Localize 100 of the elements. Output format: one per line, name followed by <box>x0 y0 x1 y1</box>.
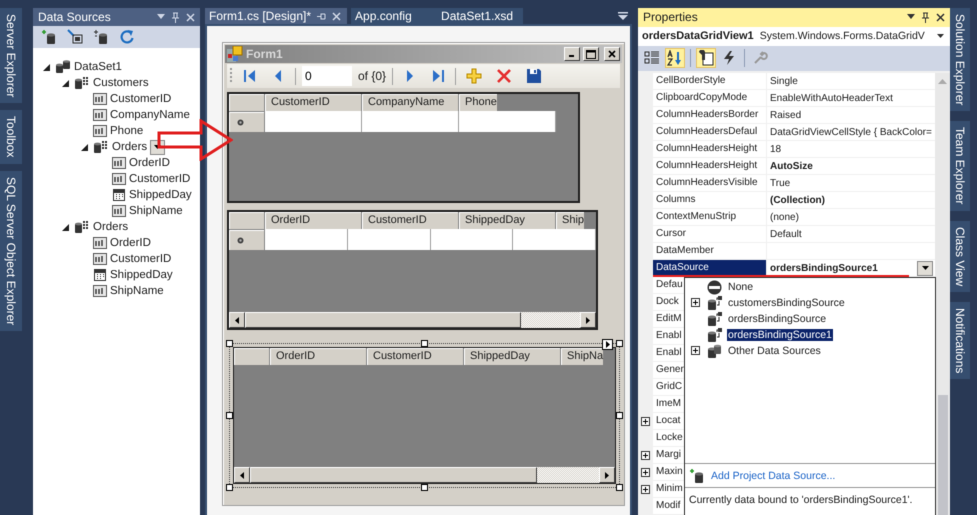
scroll-thumb[interactable] <box>938 395 948 515</box>
grid-cell[interactable] <box>265 111 362 132</box>
column-header[interactable]: OrderID <box>265 212 362 229</box>
grid-cell[interactable] <box>459 111 556 132</box>
right-arrow-icon[interactable] <box>605 472 609 478</box>
tree-item[interactable]: Phone <box>110 125 144 137</box>
collapse-icon[interactable] <box>43 64 50 70</box>
property-name[interactable]: ColumnHeadersDefaul <box>653 124 767 142</box>
document-tab[interactable]: DataSet1.xsd <box>437 8 524 24</box>
scroll-thumb[interactable] <box>245 312 521 328</box>
delete-icon[interactable] <box>496 68 512 84</box>
tree-item[interactable]: CompanyName <box>110 109 190 121</box>
value-cell[interactable] <box>767 243 935 260</box>
vertical-scrollbar[interactable] <box>935 73 950 515</box>
object-selector[interactable]: ordersDataGridView1 System.Windows.Forms.DataGridV <box>638 26 950 46</box>
grid-cell[interactable] <box>513 229 596 250</box>
horizontal-scrollbar[interactable] <box>229 312 596 328</box>
property-name[interactable]: ContextMenuStrip <box>653 209 767 226</box>
tree-item[interactable]: CustomerID <box>110 253 172 265</box>
close-button[interactable] <box>604 47 620 61</box>
property-name[interactable]: ColumnHeadersHeight <box>653 158 767 176</box>
resize-handle[interactable] <box>616 412 623 418</box>
first-icon[interactable] <box>243 69 257 83</box>
last-icon[interactable] <box>431 69 446 83</box>
tree-item[interactable]: CustomerID <box>110 93 172 105</box>
column-header[interactable]: CustomerID <box>367 348 464 365</box>
resize-handle[interactable] <box>226 484 233 491</box>
collapse-icon[interactable] <box>62 80 69 86</box>
grid-cell[interactable] <box>362 111 459 132</box>
scroll-thumb[interactable] <box>250 467 538 483</box>
column-header[interactable]: CustomerID <box>362 212 459 229</box>
list-item[interactable]: customersBindingSource <box>727 297 846 310</box>
caret-icon[interactable] <box>937 34 944 38</box>
side-tab[interactable]: Class View <box>950 220 970 292</box>
refresh-icon[interactable] <box>119 29 135 45</box>
side-tab[interactable]: Toolbox <box>0 110 22 164</box>
property-name[interactable]: CellBorderStyle <box>653 73 767 90</box>
alphabetical-button[interactable] <box>665 48 685 68</box>
expand-icon[interactable] <box>641 468 650 478</box>
resize-handle[interactable] <box>616 340 623 347</box>
property-name[interactable]: ColumnHeadersHeight <box>653 141 767 158</box>
resize-handle[interactable] <box>226 340 233 347</box>
position-field[interactable]: 0 <box>302 66 352 86</box>
expand-icon[interactable] <box>641 451 650 460</box>
add-database-icon[interactable] <box>41 29 57 45</box>
expand-icon[interactable] <box>691 298 700 307</box>
maximize-button[interactable] <box>583 47 599 61</box>
collapse-icon[interactable] <box>81 144 88 150</box>
list-item[interactable]: None <box>727 281 754 294</box>
column-header[interactable]: ShipNa <box>561 348 604 365</box>
resize-handle[interactable] <box>616 484 623 491</box>
add-icon[interactable] <box>466 68 482 84</box>
column-header[interactable]: OrderID <box>270 348 367 365</box>
property-name[interactable]: DataMember <box>653 243 767 260</box>
tree-item[interactable]: ShipName <box>129 205 183 217</box>
column-header[interactable]: Phone <box>459 94 497 111</box>
properties-button[interactable] <box>696 48 716 68</box>
side-tab[interactable]: SQL Server Object Explorer <box>0 170 22 332</box>
horizontal-scrollbar[interactable] <box>234 467 615 483</box>
list-item[interactable]: ordersBindingSource1 <box>727 329 833 342</box>
property-name[interactable]: ClipboardCopyMode <box>653 90 767 108</box>
expand-icon[interactable] <box>641 417 650 426</box>
list-item[interactable]: ordersBindingSource <box>727 313 828 326</box>
column-header[interactable]: ShippedDay <box>459 212 556 229</box>
expand-icon[interactable] <box>641 485 650 494</box>
property-name[interactable]: Columns <box>653 192 767 210</box>
resize-handle[interactable] <box>420 340 428 347</box>
column-header[interactable]: CustomerID <box>265 94 362 111</box>
smart-tag-button[interactable] <box>602 339 613 350</box>
expand-icon[interactable] <box>691 346 700 355</box>
side-tab[interactable]: Solution Explorer <box>950 8 970 112</box>
column-header[interactable]: CompanyName <box>362 94 459 111</box>
column-header[interactable]: Ship <box>556 212 584 229</box>
left-arrow-icon[interactable] <box>240 472 244 478</box>
property-name[interactable]: Cursor <box>653 226 767 244</box>
column-header[interactable]: ShippedDay <box>464 348 561 365</box>
data-grid[interactable]: OrderID CustomerID ShippedDay Ship <box>227 210 598 330</box>
tree-item[interactable]: Orders <box>112 141 148 153</box>
right-arrow-icon[interactable] <box>586 316 590 324</box>
resize-handle[interactable] <box>226 412 233 418</box>
data-grid[interactable]: CustomerID CompanyName Phone <box>227 92 580 203</box>
property-name[interactable]: ColumnHeadersVisible <box>653 175 767 192</box>
grid-cell[interactable] <box>265 229 348 250</box>
close-icon[interactable] <box>936 12 945 22</box>
collapse-icon[interactable] <box>62 224 69 230</box>
property-name[interactable]: ColumnHeadersBorder <box>653 107 767 124</box>
side-tab[interactable]: Server Explorer <box>0 8 22 104</box>
left-arrow-icon[interactable] <box>235 316 239 324</box>
dropdown-icon[interactable] <box>907 14 915 20</box>
side-tab[interactable]: Team Explorer <box>950 121 970 211</box>
list-item[interactable]: Other Data Sources <box>727 345 822 358</box>
minimize-button[interactable] <box>564 47 580 61</box>
tree-item[interactable]: Customers <box>93 77 149 89</box>
document-tab[interactable]: App.config <box>351 8 438 24</box>
edit-dataset-icon[interactable] <box>67 29 83 45</box>
pin-icon[interactable] <box>921 12 930 23</box>
dropdown-button[interactable] <box>917 260 933 276</box>
tree-item[interactable]: OrderID <box>129 157 170 169</box>
grid-cell[interactable] <box>348 229 430 250</box>
tree-item[interactable]: ShipName <box>110 285 164 297</box>
